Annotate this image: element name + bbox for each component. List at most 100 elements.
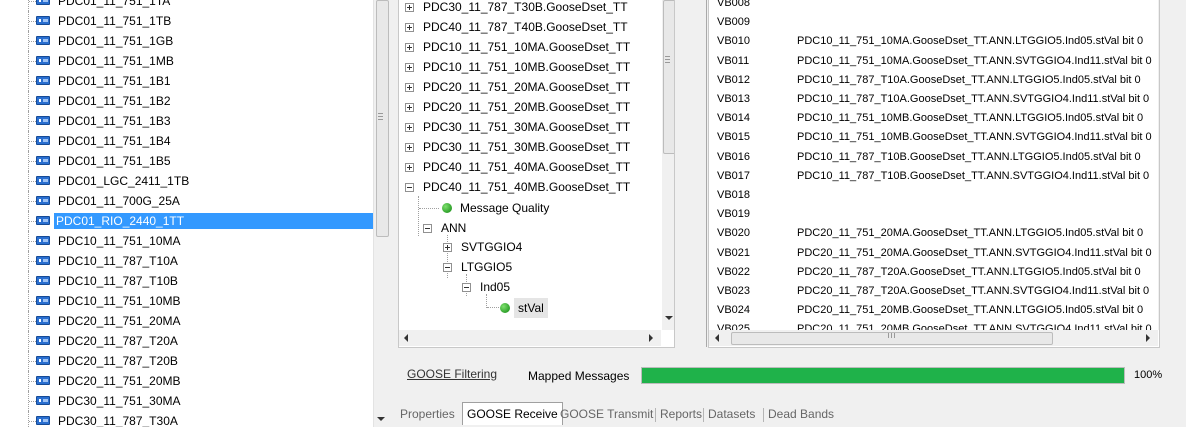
device-tree-item[interactable]: PDC10_11_751_10MA	[0, 231, 373, 251]
goose-dataset-node[interactable]: PDC10_11_751_10MA.GooseDset_TT	[399, 37, 659, 57]
goose-dataset-node[interactable]: PDC10_11_751_10MB.GooseDset_TT	[399, 57, 659, 77]
plus-box-icon[interactable]	[405, 163, 414, 172]
panel-divider[interactable]	[706, 0, 707, 347]
tree-node-message-quality[interactable]: Message Quality	[399, 198, 659, 218]
mapping-row[interactable]: VB011 PDC10_11_751_10MA.GooseDset_TT.ANN.…	[717, 52, 1152, 71]
tree-node-svtggio4[interactable]: SVTGGIO4	[399, 237, 659, 257]
mapping-row[interactable]: VB013 PDC10_11_787_T10A.GooseDset_TT.ANN.…	[717, 90, 1149, 109]
device-tree-item[interactable]: PDC01_11_751_1B5	[0, 151, 373, 171]
device-tree-item[interactable]: PDC01_11_751_1B2	[0, 91, 373, 111]
mapping-row[interactable]: VB017 PDC10_11_787_T10B.GooseDset_TT.ANN.…	[717, 167, 1149, 186]
scroll-right-arrow-icon[interactable]	[1146, 334, 1150, 342]
tree-line	[29, 421, 36, 422]
device-tree-item[interactable]: PDC01_RIO_2440_1TT	[0, 211, 373, 231]
tree-node-stval[interactable]: stVal	[399, 298, 659, 318]
goose-dataset-node[interactable]: PDC20_11_751_20MB.GooseDset_TT	[399, 97, 659, 117]
device-tree-item[interactable]: PDC20_11_787_T20A	[0, 331, 373, 351]
tree-node-ind05[interactable]: Ind05	[399, 277, 659, 297]
plus-box-icon[interactable]	[405, 43, 414, 52]
device-tree-item[interactable]: PDC01_11_751_1TB	[0, 11, 373, 31]
plus-box-icon[interactable]	[443, 243, 452, 252]
mapping-row[interactable]: VB021 PDC20_11_751_20MA.GooseDset_TT.ANN.…	[717, 244, 1152, 263]
device-label: PDC01_RIO_2440_1TT	[54, 213, 373, 229]
mapping-row[interactable]: VB024 PDC20_11_751_20MB.GooseDset_TT.ANN.…	[717, 301, 1147, 320]
goose-dataset-node[interactable]: PDC20_11_751_20MA.GooseDset_TT	[399, 77, 659, 97]
tab-dead-bands[interactable]: Dead Bands	[768, 405, 834, 424]
device-tree-item[interactable]: PDC20_11_787_T20B	[0, 351, 373, 371]
scroll-thumb[interactable]	[1159, 0, 1160, 132]
goose-dataset-node[interactable]: PDC40_11_751_40MB.GooseDset_TT	[399, 177, 659, 197]
progress-percent: 100%	[1134, 369, 1163, 381]
device-tree-item[interactable]: PDC10_11_787_T10B	[0, 271, 373, 291]
mapping-row[interactable]: VB012 PDC10_11_787_T10A.GooseDset_TT.ANN.…	[717, 71, 1147, 90]
tree-node-ann[interactable]: ANN	[399, 218, 659, 238]
mapping-row[interactable]: VB015 PDC10_11_751_10MB.GooseDset_TT.ANN.…	[717, 128, 1152, 147]
goose-dataset-node[interactable]: PDC30_11_787_T30B.GooseDset_TT	[399, 0, 659, 17]
plus-box-icon[interactable]	[405, 123, 414, 132]
scroll-right-arrow-icon[interactable]	[649, 334, 653, 342]
device-tree-item[interactable]: PDC01_11_751_1B3	[0, 111, 373, 131]
goose-dataset-node[interactable]: PDC40_11_751_40MA.GooseDset_TT	[399, 157, 659, 177]
mapping-hscrollbar[interactable]	[709, 330, 1158, 346]
virtual-bit-mapping-list[interactable]: VB008 VB009 VB010 PDC10_11_751_10MA.GooseDs…	[708, 0, 1160, 348]
plus-box-icon[interactable]	[405, 23, 414, 32]
goose-filtering-link[interactable]: GOOSE Filtering	[407, 367, 497, 381]
device-tree-item[interactable]: PDC30_11_787_T30A	[0, 411, 373, 427]
goose-tree-hscrollbar[interactable]	[399, 330, 661, 346]
mapping-row[interactable]: VB010 PDC10_11_751_10MA.GooseDset_TT.ANN.…	[717, 32, 1147, 51]
goose-dataset-node[interactable]: PDC40_11_787_T40B.GooseDset_TT	[399, 17, 659, 37]
mapping-row[interactable]: VB022 PDC20_11_787_T20A.GooseDset_TT.ANN.…	[717, 263, 1147, 282]
device-tree-item[interactable]: PDC01_11_700G_25A	[0, 191, 373, 211]
scroll-thumb[interactable]	[663, 0, 674, 154]
tab-goose-transmit[interactable]: GOOSE Transmit	[560, 405, 653, 424]
tab-reports[interactable]: Reports	[660, 405, 702, 424]
tab-goose-receive[interactable]: GOOSE Receive	[462, 402, 563, 425]
goose-dataset-tree[interactable]: PDC30_11_787_T30B.GooseDset_TT PDC40_11_7…	[398, 0, 675, 348]
plus-box-icon[interactable]	[405, 103, 414, 112]
tab-datasets[interactable]: Datasets	[708, 405, 755, 424]
plus-box-icon[interactable]	[405, 63, 414, 72]
scroll-left-arrow-icon[interactable]	[715, 334, 719, 342]
device-tree-scrollbar[interactable]	[373, 0, 390, 427]
goose-dataset-node[interactable]: PDC30_11_751_30MB.GooseDset_TT	[399, 137, 659, 157]
device-tree[interactable]: PDC01_11_751_1TA PDC01_11_751_1TB PDC01_11…	[0, 0, 373, 427]
device-tree-item[interactable]: PDC10_11_787_T10A	[0, 251, 373, 271]
mapping-row[interactable]: VB019	[717, 205, 1147, 224]
tree-node-ltggio5[interactable]: LTGGIO5	[399, 257, 659, 277]
mapping-row[interactable]: VB018	[717, 186, 1147, 205]
goose-tree-vscrollbar[interactable]	[662, 0, 674, 330]
mapping-row[interactable]: VB009	[717, 13, 1147, 32]
tab-properties[interactable]: Properties	[400, 405, 455, 424]
scroll-down-arrow-icon[interactable]	[377, 417, 385, 421]
mapping-row[interactable]: VB008	[717, 0, 1147, 13]
panel-splitter[interactable]	[389, 0, 396, 427]
minus-box-icon[interactable]	[405, 183, 414, 192]
plus-box-icon[interactable]	[405, 83, 414, 92]
goose-dataset-node[interactable]: PDC30_11_751_30MA.GooseDset_TT	[399, 117, 659, 137]
device-label: PDC01_11_751_1B1	[58, 74, 171, 88]
scroll-down-arrow-icon[interactable]	[665, 316, 673, 320]
plus-box-icon[interactable]	[405, 3, 414, 12]
minus-box-icon[interactable]	[423, 224, 432, 233]
device-tree-item[interactable]: PDC01_11_751_1MB	[0, 51, 373, 71]
device-tree-item[interactable]: PDC01_11_751_1B1	[0, 71, 373, 91]
minus-box-icon[interactable]	[443, 263, 452, 272]
tree-line	[28, 411, 29, 427]
device-tree-item[interactable]: PDC20_11_751_20MB	[0, 371, 373, 391]
device-tree-item[interactable]: PDC10_11_751_10MB	[0, 291, 373, 311]
device-tree-item[interactable]: PDC01_LGC_2411_1TB	[0, 171, 373, 191]
device-tree-item[interactable]: PDC01_11_751_1GB	[0, 31, 373, 51]
device-tree-item[interactable]: PDC01_11_751_1B4	[0, 131, 373, 151]
mapping-row[interactable]: VB023 PDC20_11_787_T20A.GooseDset_TT.ANN.…	[717, 282, 1149, 301]
scroll-thumb[interactable]	[731, 332, 1053, 345]
device-tree-item[interactable]: PDC30_11_751_30MA	[0, 391, 373, 411]
mapping-row[interactable]: VB020 PDC20_11_751_20MA.GooseDset_TT.ANN.…	[717, 224, 1147, 243]
mapping-row[interactable]: VB014 PDC10_11_751_10MB.GooseDset_TT.ANN.…	[717, 109, 1147, 128]
mapping-vscrollbar[interactable]	[1158, 0, 1160, 330]
device-tree-item[interactable]: PDC20_11_751_20MA	[0, 311, 373, 331]
scroll-left-arrow-icon[interactable]	[404, 334, 408, 342]
minus-box-icon[interactable]	[462, 283, 471, 292]
device-tree-item[interactable]: PDC01_11_751_1TA	[0, 0, 373, 11]
plus-box-icon[interactable]	[405, 143, 414, 152]
mapping-row[interactable]: VB016 PDC10_11_787_T10B.GooseDset_TT.ANN.…	[717, 148, 1147, 167]
